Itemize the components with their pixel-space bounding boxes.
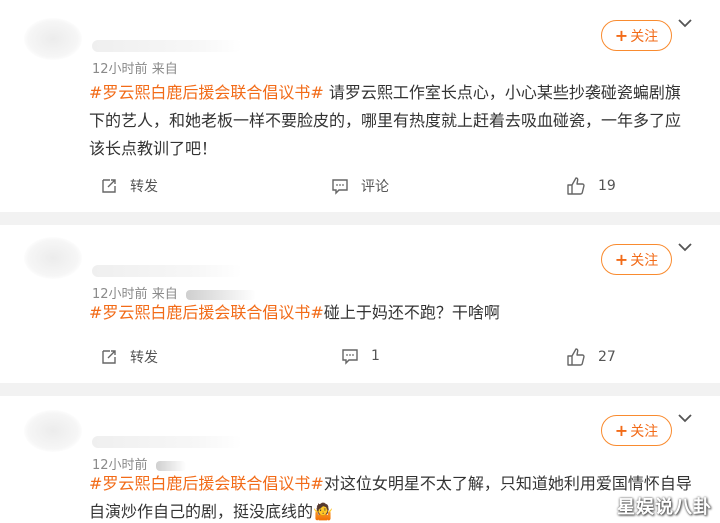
like-button[interactable]: 19	[566, 176, 616, 196]
chevron-down-icon[interactable]	[676, 16, 694, 30]
comment-icon	[342, 349, 358, 365]
source-device	[155, 460, 186, 471]
post-content: #罗云熙白鹿后援会联合倡议书#碰上于妈还不跑？干啥啊	[89, 299, 692, 327]
username[interactable]	[92, 436, 242, 448]
repost-icon	[102, 350, 116, 364]
repost-icon	[102, 179, 116, 193]
comment-button[interactable]: 评论	[331, 176, 389, 196]
thumbs-up-icon	[567, 348, 585, 366]
source-device	[185, 289, 256, 300]
repost-button[interactable]: 转发	[100, 176, 158, 196]
repost-button[interactable]: 转发	[100, 347, 158, 367]
avatar[interactable]	[24, 410, 82, 452]
post-meta: 12小时前 来自	[92, 58, 178, 77]
comment-label: 评论	[361, 179, 389, 195]
post-body: 碰上于妈还不跑？干啥啊	[323, 303, 500, 322]
like-count: 19	[598, 178, 616, 194]
follow-button[interactable]: + 关注	[601, 20, 672, 51]
topic-link[interactable]: #罗云熙白鹿后援会联合倡议书#	[89, 303, 324, 322]
follow-button[interactable]: + 关注	[601, 415, 672, 446]
repost-label: 转发	[130, 350, 158, 366]
comment-card: 12小时前 来自 + 关注 #罗云熙白鹿后援会联合倡议书# 请罗云熙工作室长点心…	[0, 0, 720, 212]
avatar[interactable]	[24, 237, 82, 279]
plus-icon: +	[614, 26, 629, 45]
follow-label: 关注	[630, 28, 659, 45]
follow-label: 关注	[630, 252, 659, 269]
comment-count: 1	[371, 348, 380, 364]
avatar[interactable]	[24, 18, 82, 60]
watermark: 星娱说八卦	[617, 497, 712, 518]
plus-icon: +	[614, 421, 629, 440]
chevron-down-icon[interactable]	[676, 411, 694, 425]
comment-icon	[332, 179, 348, 195]
comment-card: 12小时前 + 关注 #罗云熙白鹿后援会联合倡议书#对这位女明星不太了解，只知道…	[0, 396, 720, 523]
follow-label: 关注	[630, 423, 659, 440]
topic-link[interactable]: #罗云熙白鹿后援会联合倡议书#	[89, 474, 324, 493]
chevron-down-icon[interactable]	[676, 240, 694, 254]
post-source: 来自	[151, 62, 178, 77]
like-count: 27	[598, 349, 616, 365]
post-time: 12小时前	[92, 62, 148, 77]
thumbs-up-icon	[567, 177, 585, 195]
post-content: #罗云熙白鹿后援会联合倡议书#对这位女明星不太了解，只知道她利用爱国情怀自导自演…	[89, 470, 692, 523]
username[interactable]	[92, 265, 242, 277]
action-bar: 转发 1 27	[0, 347, 720, 371]
comment-button[interactable]: 1	[341, 347, 380, 365]
plus-icon: +	[614, 250, 629, 269]
topic-link[interactable]: #罗云熙白鹿后援会联合倡议书#	[89, 83, 324, 102]
action-bar: 转发 评论 19	[0, 176, 720, 200]
post-content: #罗云熙白鹿后援会联合倡议书# 请罗云熙工作室长点心，小心某些抄袭碰瓷蝙剧旗下的…	[89, 79, 692, 163]
username[interactable]	[92, 40, 242, 52]
like-button[interactable]: 27	[566, 347, 616, 367]
comment-card: 12小时前 来自 + 关注 #罗云熙白鹿后援会联合倡议书#碰上于妈还不跑？干啥啊…	[0, 225, 720, 383]
follow-button[interactable]: + 关注	[601, 244, 672, 275]
repost-label: 转发	[130, 179, 158, 195]
